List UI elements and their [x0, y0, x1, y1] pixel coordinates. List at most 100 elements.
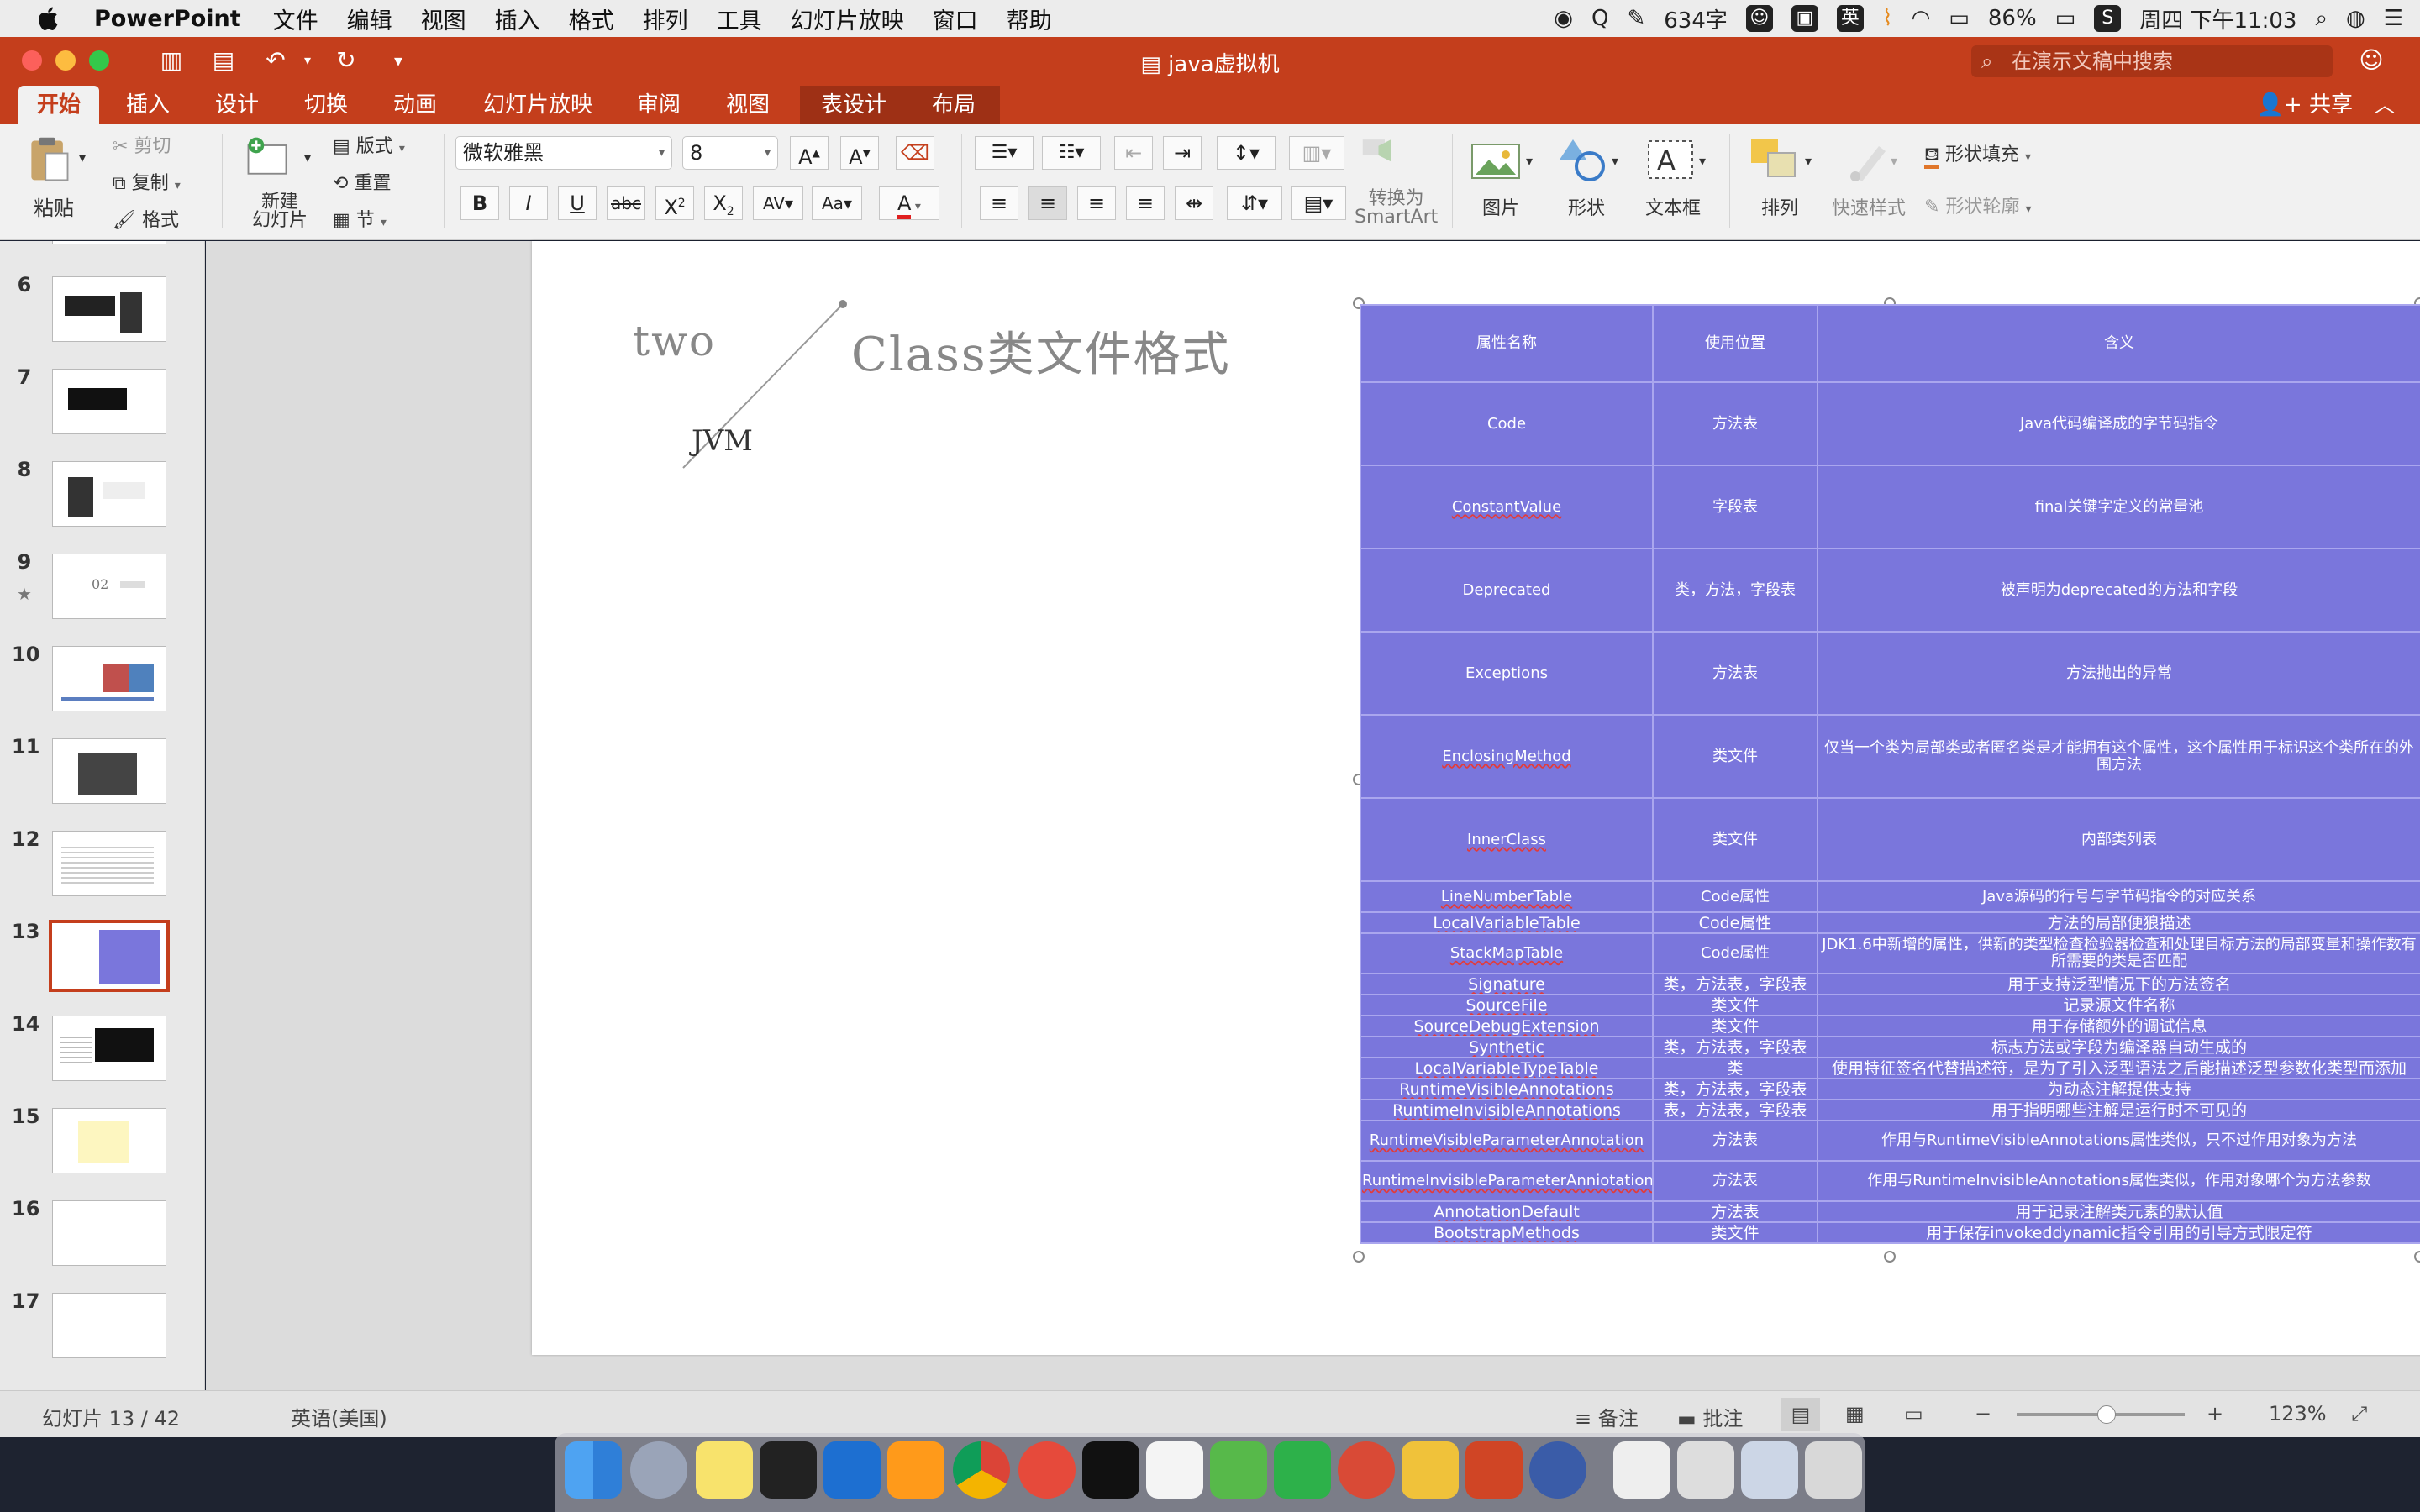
finder-icon[interactable]: [565, 1441, 622, 1499]
table-header-cell[interactable]: 含义: [1817, 304, 2420, 383]
cut-button[interactable]: ✂ 剪切: [113, 131, 171, 158]
change-case-button[interactable]: Aa▾: [812, 186, 862, 220]
table-cell[interactable]: 类文件: [1652, 797, 1818, 882]
table-cell[interactable]: InnerClass: [1360, 797, 1654, 882]
table-cell[interactable]: 内部类列表: [1817, 797, 2420, 882]
align-left-button[interactable]: ≡: [980, 186, 1018, 220]
comments-button[interactable]: ▬ 批注: [1677, 1402, 1743, 1431]
fit-to-window-icon[interactable]: ⤢: [2351, 1402, 2367, 1425]
textbox-icon[interactable]: A: [1644, 134, 1697, 185]
xmind-icon[interactable]: [1210, 1441, 1267, 1499]
table-cell[interactable]: Java源码的行号与字节码指令的对应关系: [1817, 880, 2420, 913]
record-icon[interactable]: ◉: [1554, 6, 1573, 31]
slide-thumbnail[interactable]: 02: [52, 554, 166, 619]
table-cell[interactable]: 用于保存invokeddynamic指令引用的引导方式限定符: [1817, 1221, 2420, 1244]
tab-review[interactable]: 审阅: [623, 86, 694, 124]
copy-button[interactable]: ⧉ 复制 ▾: [113, 168, 181, 195]
table-cell[interactable]: 类，方法表，字段表: [1652, 1078, 1818, 1100]
table-cell[interactable]: Synthetic: [1360, 1036, 1654, 1058]
tab-home[interactable]: 开始: [18, 86, 99, 124]
zoom-slider-thumb[interactable]: [2097, 1405, 2116, 1424]
intellij-icon[interactable]: [1082, 1441, 1139, 1499]
table-cell[interactable]: 方法表: [1652, 631, 1818, 716]
resize-handle[interactable]: [1353, 1251, 1365, 1263]
quick-styles-label[interactable]: 快速样式: [1832, 193, 1906, 220]
picture-icon[interactable]: [1469, 136, 1523, 186]
table-cell[interactable]: 类，方法表，字段表: [1652, 973, 1818, 995]
textbox-dropdown-icon[interactable]: ▾: [1699, 153, 1706, 169]
notes-app-icon[interactable]: [696, 1441, 753, 1499]
resize-handle[interactable]: [1884, 1251, 1896, 1263]
table-cell[interactable]: LocalVariableTypeTable: [1360, 1057, 1654, 1079]
arrange-dropdown-icon[interactable]: ▾: [1805, 153, 1812, 169]
quicktime-icon[interactable]: [1529, 1441, 1586, 1499]
cloud-icon[interactable]: ⌇: [1882, 6, 1893, 31]
font-size-select[interactable]: 8 ▾: [682, 136, 778, 170]
battery-icon[interactable]: ▭: [2055, 6, 2076, 31]
paste-dropdown-icon[interactable]: ▾: [79, 150, 86, 165]
table-cell[interactable]: 作用与RuntimeInvisibleAnnotations属性类似，作用对象哪…: [1817, 1160, 2420, 1202]
slide-thumbnail-selected[interactable]: [49, 920, 170, 992]
input-method-indicator[interactable]: 英: [1836, 5, 1864, 32]
shape-icon[interactable]: [1556, 134, 1610, 185]
account-icon[interactable]: ☺: [2358, 47, 2385, 74]
quick-styles-dropdown-icon[interactable]: ▾: [1891, 153, 1897, 169]
menu-window[interactable]: 窗口: [933, 3, 978, 35]
tab-animations[interactable]: 动画: [380, 86, 450, 124]
table-header-cell[interactable]: 属性名称: [1360, 304, 1654, 383]
table-cell[interactable]: 类文件: [1652, 714, 1818, 799]
table-cell[interactable]: Code: [1360, 381, 1654, 466]
table-cell[interactable]: ConstantValue: [1360, 465, 1654, 549]
justify-button[interactable]: ≡: [1126, 186, 1165, 220]
arrange-label[interactable]: 排列: [1761, 193, 1798, 220]
language-indicator[interactable]: 英语(美国): [291, 1402, 387, 1431]
table-cell[interactable]: LineNumberTable: [1360, 880, 1654, 913]
tab-layout[interactable]: 布局: [908, 86, 1000, 124]
increase-font-size-button[interactable]: A▲: [790, 136, 829, 170]
evernote-app-icon[interactable]: [1274, 1441, 1331, 1499]
table-cell[interactable]: 方法表: [1652, 1160, 1818, 1202]
table-cell[interactable]: 方法抛出的异常: [1817, 631, 2420, 716]
font-color-button[interactable]: A ▾: [879, 186, 939, 220]
menu-edit[interactable]: 编辑: [347, 3, 392, 35]
share-button[interactable]: 👤+ 共享: [2257, 86, 2353, 124]
word-count[interactable]: 634字: [1664, 3, 1728, 34]
bullets-button[interactable]: ☰▾: [975, 136, 1034, 170]
smartart-icon[interactable]: [1360, 133, 1410, 175]
table-cell[interactable]: 方法表: [1652, 381, 1818, 466]
table-cell[interactable]: Code属性: [1652, 932, 1818, 974]
slide-sorter-view-button[interactable]: ▦: [1845, 1402, 1865, 1425]
sublime-text-icon[interactable]: [887, 1441, 944, 1499]
table-cell[interactable]: 字段表: [1652, 465, 1818, 549]
shape-label[interactable]: 形状: [1568, 193, 1605, 220]
table-cell[interactable]: RuntimeInvisibleAnnotations: [1360, 1099, 1654, 1121]
table-cell[interactable]: Java代码编译成的字节码指令: [1817, 381, 2420, 466]
search-input[interactable]: ⌕ 在演示文稿中搜索: [1971, 45, 2333, 77]
paste-icon[interactable]: [22, 134, 76, 185]
tab-design[interactable]: 设计: [202, 86, 272, 124]
picture-label[interactable]: 图片: [1482, 193, 1519, 220]
section-button[interactable]: ▦ 节 ▾: [333, 205, 387, 232]
slide-thumbnail[interactable]: [52, 241, 166, 244]
table-cell[interactable]: 类文件: [1652, 1221, 1818, 1244]
typora-icon[interactable]: [1146, 1441, 1203, 1499]
document-file-icon[interactable]: [1677, 1441, 1734, 1499]
table-cell[interactable]: EnclosingMethod: [1360, 714, 1654, 799]
reminder-app-icon[interactable]: [1018, 1441, 1076, 1499]
table-cell[interactable]: 方法的局部便狼描述: [1817, 911, 2420, 934]
table-cell[interactable]: 表，方法表，字段表: [1652, 1099, 1818, 1121]
network-app-icon[interactable]: [1338, 1441, 1395, 1499]
menu-view[interactable]: 视图: [421, 3, 466, 35]
table-cell[interactable]: LocalVariableTable: [1360, 911, 1654, 934]
new-slide-icon[interactable]: [240, 133, 294, 183]
reset-button[interactable]: ⟲ 重置: [333, 168, 391, 195]
table-cell[interactable]: Code属性: [1652, 911, 1818, 934]
table-cell[interactable]: 用于记录注解类元素的默认值: [1817, 1200, 2420, 1223]
table-cell[interactable]: 用于存储额外的调试信息: [1817, 1015, 2420, 1037]
zoom-slider[interactable]: [2017, 1405, 2185, 1424]
strikethrough-button[interactable]: abc: [607, 186, 645, 220]
table-cell[interactable]: 方法表: [1652, 1200, 1818, 1223]
bold-button[interactable]: B: [460, 186, 499, 220]
new-slide-dropdown-icon[interactable]: ▾: [304, 150, 311, 165]
sync-icon[interactable]: S: [2094, 5, 2122, 32]
